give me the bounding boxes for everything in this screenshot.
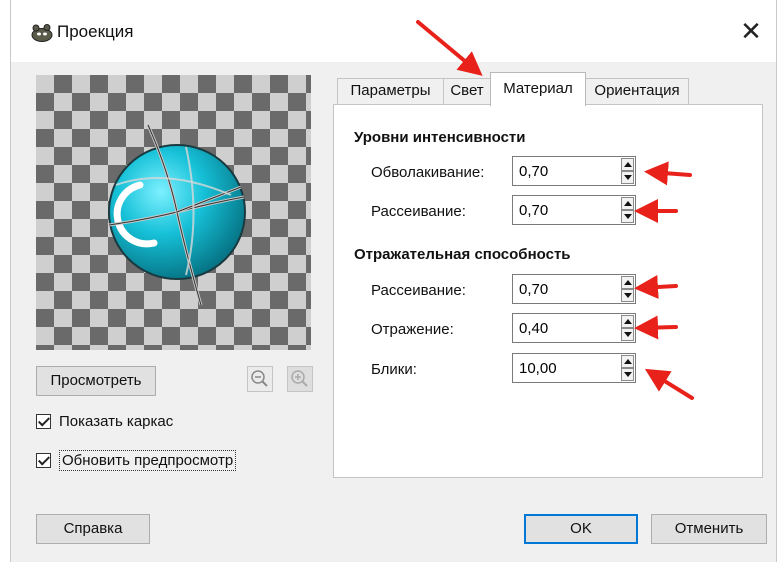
diffuse-intensity-increment[interactable] bbox=[621, 197, 634, 210]
specular-label: Отражение: bbox=[371, 321, 454, 338]
cancel-button[interactable]: Отменить bbox=[651, 514, 767, 544]
highlights-label: Блики: bbox=[371, 361, 417, 378]
show-wireframe-row[interactable]: Показать каркас bbox=[36, 409, 173, 433]
diffuse-intensity-label: Рассеивание: bbox=[371, 203, 466, 220]
show-wireframe-checkbox[interactable] bbox=[36, 413, 51, 429]
update-preview-row[interactable]: Обновить предпросмотр bbox=[36, 448, 237, 472]
specular-spinbox[interactable] bbox=[512, 313, 636, 344]
window-title: Проекция bbox=[57, 22, 134, 41]
ambient-input[interactable] bbox=[517, 157, 621, 187]
ambient-spinbox[interactable] bbox=[512, 156, 636, 187]
material-panel: Уровни интенсивности Обволакивание: Расс… bbox=[333, 104, 763, 478]
ambient-decrement[interactable] bbox=[621, 171, 634, 184]
diffuse-intensity-spinbox[interactable] bbox=[512, 195, 636, 226]
title-bar: Проекция ✕ bbox=[11, 0, 776, 62]
highlights-increment[interactable] bbox=[621, 355, 634, 368]
preview-canvas bbox=[36, 75, 311, 350]
specular-input[interactable] bbox=[517, 314, 621, 344]
show-wireframe-label: Показать каркас bbox=[59, 412, 174, 430]
specular-increment[interactable] bbox=[621, 315, 634, 328]
highlights-input[interactable] bbox=[517, 354, 621, 384]
zoom-in-icon bbox=[291, 370, 308, 387]
zoom-in-button[interactable] bbox=[287, 366, 313, 392]
highlights-spinbox[interactable] bbox=[512, 353, 636, 384]
update-preview-checkbox[interactable] bbox=[36, 452, 51, 468]
diffuse-reflectivity-label: Рассеивание: bbox=[371, 282, 466, 299]
diffuse-reflectivity-input[interactable] bbox=[517, 275, 621, 305]
diffuse-intensity-input[interactable] bbox=[517, 196, 621, 226]
close-button[interactable]: ✕ bbox=[736, 16, 766, 46]
help-button[interactable]: Справка bbox=[36, 514, 150, 544]
tab-orientation[interactable]: Ориентация bbox=[585, 78, 689, 104]
diffuse-reflectivity-spinbox[interactable] bbox=[512, 274, 636, 305]
ambient-label: Обволакивание: bbox=[371, 164, 485, 181]
sphere-preview bbox=[108, 124, 246, 306]
tab-light[interactable]: Свет bbox=[443, 78, 491, 104]
diffuse-intensity-decrement[interactable] bbox=[621, 210, 634, 223]
specular-decrement[interactable] bbox=[621, 328, 634, 341]
gimp-icon bbox=[31, 24, 53, 42]
reflectivity-heading: Отражательная способность bbox=[354, 246, 571, 263]
projection-dialog: Проекция ✕ Просмотреть Показать каркас О… bbox=[10, 0, 777, 562]
update-preview-label: Обновить предпросмотр bbox=[59, 449, 237, 471]
highlights-decrement[interactable] bbox=[621, 368, 634, 381]
ok-button[interactable]: OK bbox=[524, 514, 638, 544]
ambient-increment[interactable] bbox=[621, 158, 634, 171]
preview-button[interactable]: Просмотреть bbox=[36, 366, 156, 396]
tab-material[interactable]: Материал bbox=[490, 72, 586, 106]
zoom-out-button[interactable] bbox=[247, 366, 273, 392]
tab-parameters[interactable]: Параметры bbox=[337, 78, 444, 104]
zoom-out-icon bbox=[251, 370, 268, 387]
intensity-heading: Уровни интенсивности bbox=[354, 129, 526, 146]
diffuse-reflectivity-decrement[interactable] bbox=[621, 289, 634, 302]
diffuse-reflectivity-increment[interactable] bbox=[621, 276, 634, 289]
